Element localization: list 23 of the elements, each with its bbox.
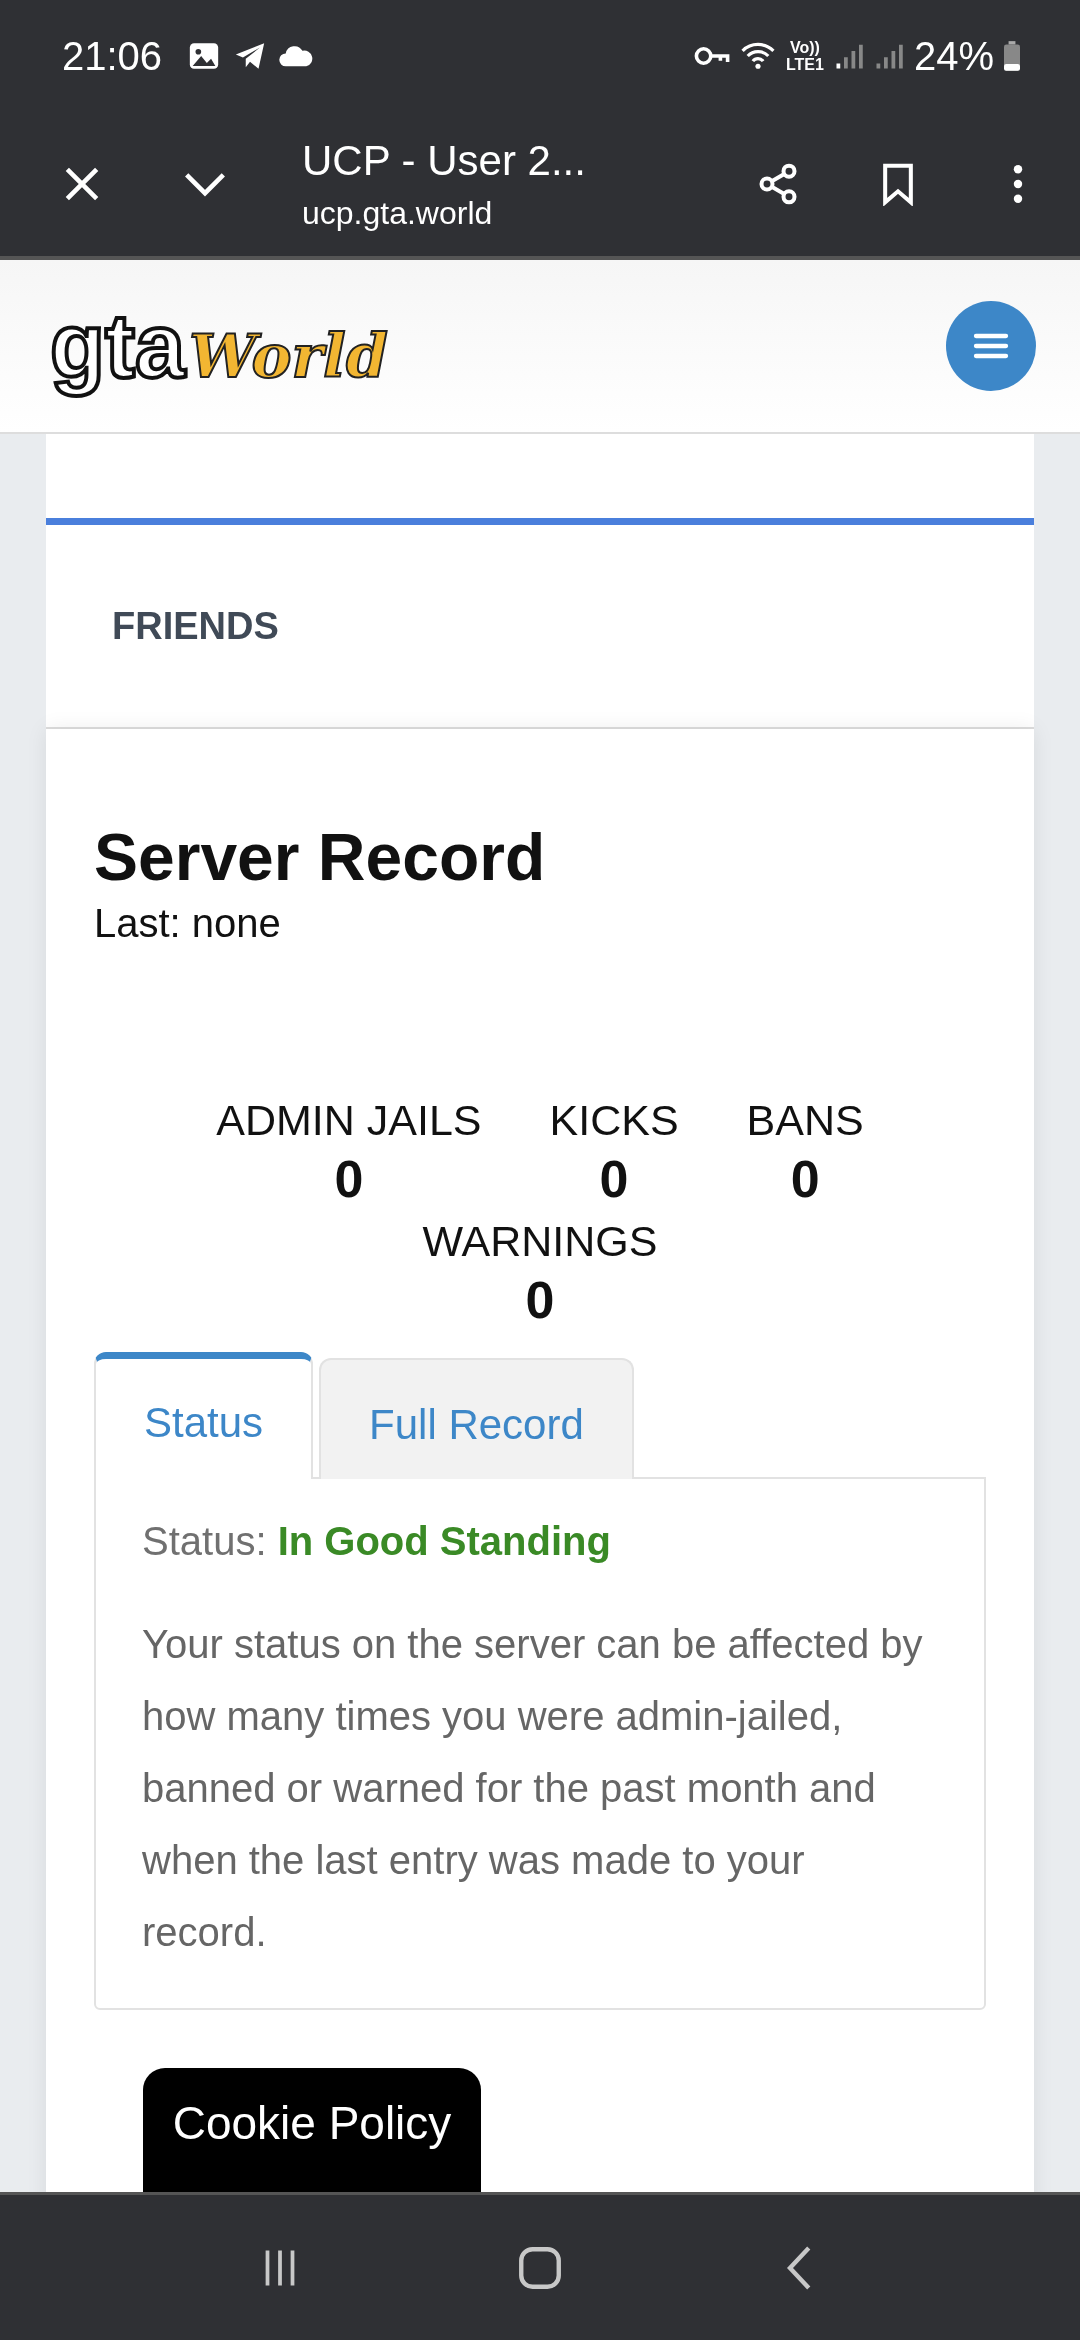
stat-label: KICKS <box>549 1096 679 1145</box>
stat-value: 0 <box>599 1149 629 1209</box>
clock-time: 21:06 <box>62 33 163 79</box>
status-value: In Good Standing <box>277 1519 611 1563</box>
cookie-policy-button[interactable]: Cookie Policy <box>143 2068 481 2192</box>
tab[interactable]: Status <box>94 1352 314 1479</box>
stat-label: BANS <box>746 1096 864 1145</box>
section-title: Server Record <box>94 819 547 895</box>
status-description: Your status on the server can be affected by how many times you were admin-jailed, banned or warned for the past month and when the last entry was made to your record. <box>142 1621 924 1956</box>
page-url: ucp.gta.world <box>302 194 494 232</box>
stat-label: ADMIN JAILS <box>216 1096 482 1145</box>
status-label: Status: <box>142 1519 267 1563</box>
stat-value: 0 <box>334 1149 364 1209</box>
stat-label: WARNINGS <box>422 1217 658 1266</box>
stat-value: 0 <box>525 1270 555 1330</box>
volte-label: Vo)) <box>790 39 820 56</box>
lte-label: LTE1 <box>786 56 824 73</box>
stat-value: 0 <box>790 1149 820 1209</box>
page-title: UCP - User 2... <box>302 136 587 185</box>
last-record-text: Last: none <box>94 901 282 946</box>
battery-percent: 24% <box>913 33 994 79</box>
battery-icon <box>1004 41 1020 71</box>
friends-heading[interactable]: FRIENDS <box>112 604 279 648</box>
